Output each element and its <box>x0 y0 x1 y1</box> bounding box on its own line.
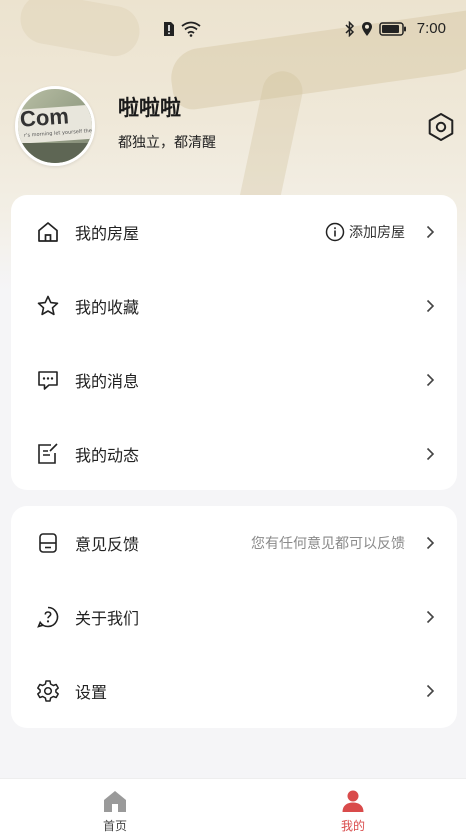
add-house-link[interactable]: 添加房屋 <box>325 222 405 242</box>
chevron-right-icon <box>426 225 435 239</box>
menu-item-settings[interactable]: 设置 <box>11 654 457 728</box>
message-icon <box>38 371 58 390</box>
avatar[interactable]: Com r's morning let yourself the very <box>15 86 95 166</box>
gear-icon <box>37 680 59 702</box>
menu-item-label: 意见反馈 <box>75 535 140 554</box>
status-bar: 7:00 <box>0 0 466 60</box>
wifi-icon <box>181 21 201 37</box>
menu-item-label: 关于我们 <box>75 609 140 628</box>
location-icon <box>361 21 372 36</box>
menu-item-label: 我的消息 <box>75 372 140 391</box>
menu-item-my-favorites[interactable]: 我的收藏 <box>11 269 457 343</box>
menu-item-my-posts[interactable]: 我的动态 <box>11 417 457 491</box>
star-icon <box>37 295 59 316</box>
tab-home[interactable]: 首页 <box>75 789 155 834</box>
chevron-right-icon <box>426 684 435 698</box>
chevron-right-icon <box>426 536 435 550</box>
add-house-label: 添加房屋 <box>349 225 405 241</box>
clock-time: 7:00 <box>416 20 446 37</box>
menu-item-label: 我的收藏 <box>75 298 140 317</box>
home-icon <box>104 791 126 812</box>
feedback-hint: 您有任何意见都可以反馈 <box>251 536 405 552</box>
tab-home-label: 首页 <box>102 819 127 833</box>
edit-note-icon <box>38 443 58 464</box>
avatar-text: Com <box>19 103 70 132</box>
menu-item-label: 我的动态 <box>75 446 140 465</box>
house-icon <box>38 222 58 242</box>
user-bio: 都独立，都清醒 <box>118 135 216 151</box>
menu-card-primary: 我的房屋 添加房屋 我的收藏 我的消息 我的动态 <box>11 195 457 490</box>
chevron-right-icon <box>426 610 435 624</box>
battery-icon <box>379 21 406 36</box>
user-name[interactable]: 啦啦啦 <box>118 92 181 122</box>
user-icon <box>342 790 364 812</box>
chevron-right-icon <box>426 299 435 313</box>
menu-item-about-us[interactable]: 关于我们 <box>11 580 457 654</box>
chevron-right-icon <box>426 447 435 461</box>
menu-card-secondary: 意见反馈 您有任何意见都可以反馈 关于我们 设置 <box>11 506 457 728</box>
bottom-tab-bar: 首页 我的 <box>0 778 466 839</box>
feedback-icon <box>39 533 57 553</box>
tab-mine-label: 我的 <box>340 819 365 833</box>
info-circle-icon <box>325 222 345 242</box>
settings-hex-icon[interactable] <box>426 112 456 142</box>
menu-item-label: 设置 <box>75 683 108 702</box>
menu-item-feedback[interactable]: 意见反馈 您有任何意见都可以反馈 <box>11 506 457 580</box>
menu-item-my-house[interactable]: 我的房屋 添加房屋 <box>11 195 457 269</box>
tab-mine[interactable]: 我的 <box>313 789 393 834</box>
menu-item-label: 我的房屋 <box>75 224 140 243</box>
sim-alert-icon <box>164 22 174 36</box>
bluetooth-icon <box>345 20 354 37</box>
menu-item-my-messages[interactable]: 我的消息 <box>11 343 457 417</box>
question-circle-icon <box>37 606 59 628</box>
chevron-right-icon <box>426 373 435 387</box>
